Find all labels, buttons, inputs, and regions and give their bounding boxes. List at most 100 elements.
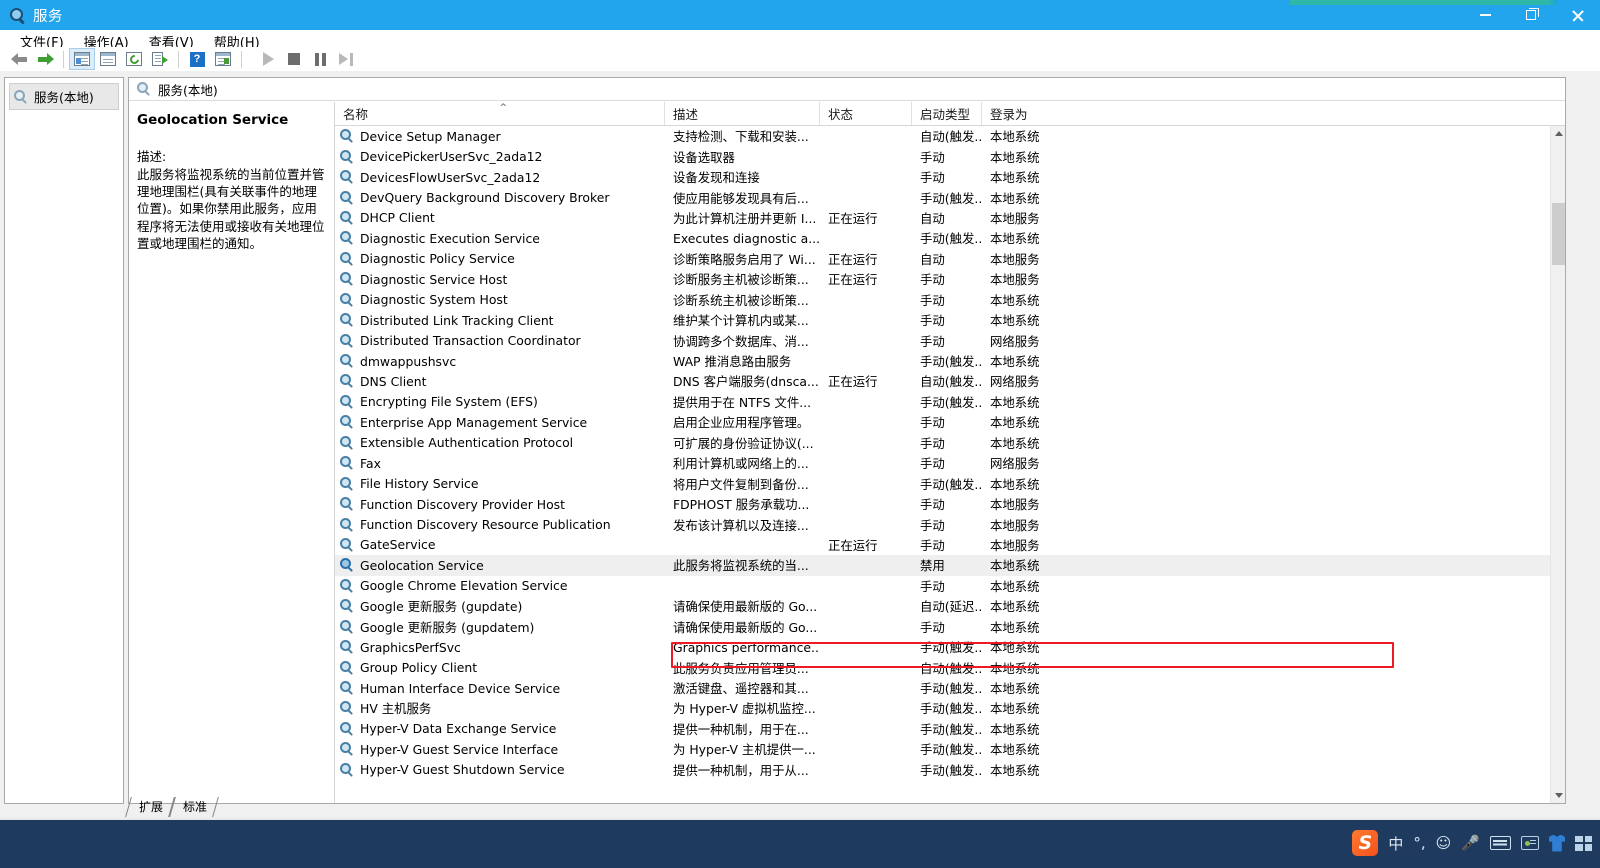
vertical-scrollbar[interactable] <box>1550 126 1565 803</box>
table-row[interactable]: Distributed Transaction Coordinator 协调跨多个… <box>335 330 1550 350</box>
services-list-body[interactable]: Device Setup Manager 支持检测、下载和安装... 自动(触发..… <box>335 126 1550 803</box>
scroll-down-button[interactable] <box>1551 788 1565 803</box>
tab-standard[interactable]: 标准 <box>172 797 216 817</box>
stop-service-button[interactable] <box>281 48 307 70</box>
table-row[interactable]: Hyper-V Guest Shutdown Service 提供一种机制，用于从… <box>335 760 1550 780</box>
table-row[interactable]: GateService 正在运行 手动 本地服务 <box>335 535 1550 555</box>
taskbar-divider <box>0 818 1600 820</box>
table-row[interactable]: File History Service 将用户文件复制到备份... 手动(触发..… <box>335 473 1550 493</box>
cell-logon: 本地系统 <box>990 701 1040 717</box>
tree-item-services-local[interactable]: 服务(本地) <box>9 83 119 110</box>
cell-start: 手动 <box>920 415 945 431</box>
table-row[interactable]: HV 主机服务 为 Hyper-V 虚拟机监控... 手动(触发... 本地系统 <box>335 698 1550 718</box>
service-name-label: Human Interface Device Service <box>360 680 561 696</box>
keyboard-icon[interactable] <box>1490 836 1511 850</box>
skin-icon[interactable] <box>1549 834 1565 852</box>
table-row[interactable]: Diagnostic System Host 诊断系统主机被诊断策... 手动 本地系… <box>335 290 1550 310</box>
restart-service-button[interactable] <box>333 48 359 70</box>
id-card-icon[interactable] <box>1521 836 1539 850</box>
table-row[interactable]: Diagnostic Policy Service 诊断策略服务启用了 Wi...… <box>335 249 1550 269</box>
back-button[interactable] <box>6 48 32 70</box>
export-list-icon <box>152 52 168 66</box>
table-row[interactable]: GraphicsPerfSvc Graphics performance... 手动… <box>335 637 1550 657</box>
table-row[interactable]: Device Setup Manager 支持检测、下载和安装... 自动(触发..… <box>335 126 1550 146</box>
table-row[interactable]: Function Discovery Provider Host FDPHOST … <box>335 494 1550 514</box>
column-header-log-on-as[interactable]: 登录为 <box>982 102 1102 125</box>
stop-service-icon <box>288 53 300 65</box>
apps-icon[interactable] <box>1575 835 1592 851</box>
table-row[interactable]: Fax 利用计算机或网络上的... 手动 网络服务 <box>335 453 1550 473</box>
ime-emoji-button[interactable]: ☺ <box>1436 834 1452 852</box>
ime-mode-button[interactable]: 中 <box>1388 833 1403 854</box>
cell-start: 手动(触发... <box>920 762 982 778</box>
table-row[interactable]: Google 更新服务 (gupdate) 请确保使用最新版的 Go... 自动(延… <box>335 596 1550 616</box>
table-row[interactable]: Google Chrome Elevation Service 手动 本地系统 <box>335 576 1550 596</box>
service-name-label: Function Discovery Resource Publication <box>360 517 611 533</box>
scrollbar-thumb[interactable] <box>1552 203 1565 265</box>
service-name-label: GraphicsPerfSvc <box>360 639 461 655</box>
forward-button[interactable] <box>32 48 58 70</box>
cell-desc: 维护某个计算机内或某... <box>673 313 809 329</box>
table-row[interactable]: DNS Client DNS 客户端服务(dnsca... 正在运行 自动(触发...… <box>335 371 1550 391</box>
microphone-icon: 🎤 <box>1461 834 1480 852</box>
table-row[interactable]: Diagnostic Service Host 诊断服务主机被诊断策... 正在运行… <box>335 269 1550 289</box>
table-row[interactable]: Encrypting File System (EFS) 提供用于在 NTFS 文… <box>335 392 1550 412</box>
table-row[interactable]: Extensible Authentication Protocol 可扩展的身份… <box>335 433 1550 453</box>
tab-extended[interactable]: 扩展 <box>128 797 172 817</box>
toolbar-separator-2 <box>178 50 179 68</box>
show-tree-button[interactable] <box>69 48 95 70</box>
table-row[interactable]: Enterprise App Management Service 启用企业应用程… <box>335 412 1550 432</box>
cell-logon: 本地服务 <box>990 517 1040 533</box>
start-service-button[interactable] <box>255 48 281 70</box>
table-row[interactable]: DevicePickerUserSvc_2ada12 设备选取器 手动 本地系统 <box>335 146 1550 166</box>
table-row[interactable]: DevicesFlowUserSvc_2ada12 设备发现和连接 手动 本地系统 <box>335 167 1550 187</box>
table-row[interactable]: Diagnostic Execution Service Executes dia… <box>335 228 1550 248</box>
ime-punctuation-button[interactable]: °, <box>1413 834 1425 852</box>
cell-start: 自动 <box>920 251 945 267</box>
service-detail-title: Geolocation Service <box>137 112 289 128</box>
service-gear-icon <box>340 660 354 675</box>
table-row[interactable]: Function Discovery Resource Publication 发… <box>335 514 1550 534</box>
table-row[interactable]: Google 更新服务 (gupdatem) 请确保使用最新版的 Go... 手动 本… <box>335 617 1550 637</box>
sogou-logo-icon[interactable]: S <box>1352 830 1379 856</box>
table-row[interactable]: Group Policy Client 此服务负责应用管理员... 自动(触发...… <box>335 657 1550 677</box>
cell-start: 手动(触发... <box>920 681 982 697</box>
column-header-startup-type[interactable]: 启动类型 <box>912 102 982 125</box>
cell-name: Encrypting File System (EFS) <box>335 394 665 409</box>
table-row[interactable]: DevQuery Background Discovery Broker 使应用能… <box>335 187 1550 207</box>
service-gear-icon <box>340 374 354 389</box>
properties-button[interactable] <box>95 48 121 70</box>
description-label: 描述: <box>137 149 167 164</box>
table-row[interactable]: Hyper-V Data Exchange Service 提供一种机制，用于在.… <box>335 719 1550 739</box>
table-row[interactable]: Hyper-V Guest Service Interface 为 Hyper-V… <box>335 739 1550 759</box>
cell-desc: 设备选取器 <box>673 149 735 165</box>
close-button[interactable] <box>1554 0 1600 30</box>
view-tabs: 扩展 标准 <box>128 797 428 817</box>
table-row[interactable]: Geolocation Service 此服务将监视系统的当... 禁用 本地系统 <box>335 555 1550 576</box>
table-row[interactable]: Human Interface Device Service 激活键盘、遥控器和其… <box>335 678 1550 698</box>
service-name-label: Fax <box>360 455 381 471</box>
cell-start: 手动 <box>920 456 945 472</box>
export-list-button[interactable] <box>147 48 173 70</box>
refresh-button[interactable] <box>121 48 147 70</box>
restart-service-icon <box>339 52 353 66</box>
cell-logon: 本地服务 <box>990 251 1040 267</box>
action-pane-button[interactable] <box>210 48 236 70</box>
service-gear-icon <box>340 619 354 634</box>
help-button[interactable]: ? <box>184 48 210 70</box>
service-name-label: Diagnostic Policy Service <box>360 251 515 267</box>
window-title: 服务 <box>33 8 63 25</box>
scroll-up-button[interactable] <box>1551 126 1565 141</box>
pause-service-button[interactable] <box>307 48 333 70</box>
toolbar: ? <box>0 47 1600 71</box>
column-header-description[interactable]: 描述 <box>665 102 820 125</box>
table-row[interactable]: Distributed Link Tracking Client 维护某个计算机内… <box>335 310 1550 330</box>
column-header-name[interactable]: 名称 ^ <box>335 102 665 125</box>
tree-item-label: 服务(本地) <box>34 90 94 105</box>
column-header-status[interactable]: 状态 <box>820 102 912 125</box>
table-row[interactable]: DHCP Client 为此计算机注册并更新 I... 正在运行 自动 本地服务 <box>335 208 1550 228</box>
ime-voice-button[interactable]: 🎤 <box>1461 834 1480 852</box>
cell-name: Human Interface Device Service <box>335 681 665 696</box>
action-pane-icon <box>215 52 231 66</box>
table-row[interactable]: dmwappushsvc WAP 推消息路由服务 手动(触发... 本地系统 <box>335 351 1550 371</box>
